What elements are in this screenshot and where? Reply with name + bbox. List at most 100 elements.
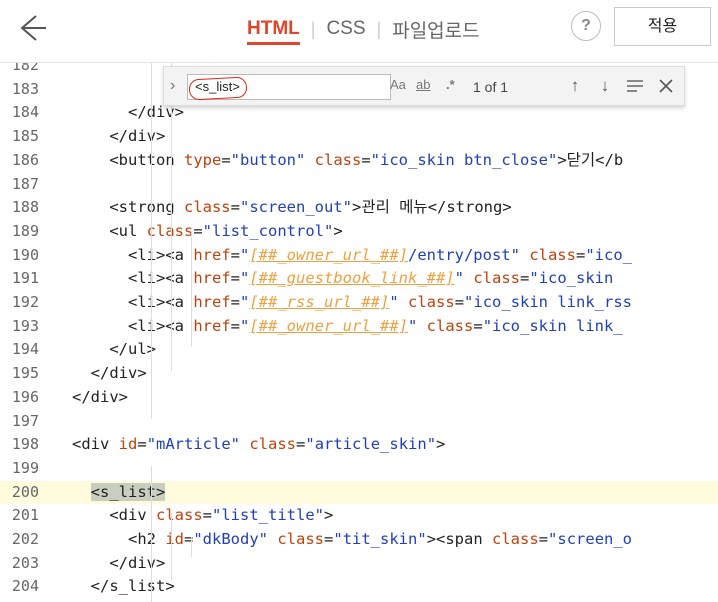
find-in-selection-icon[interactable]	[624, 75, 646, 97]
code-line[interactable]: 193 <li><a href="[##_owner_url_##]" clas…	[0, 315, 718, 339]
code-token: [##_owner_url_##]	[249, 316, 408, 335]
code-line[interactable]: 186 <button type="button" class="ico_ski…	[0, 149, 718, 173]
code-line[interactable]: 201 <div class="list_title">	[0, 504, 718, 528]
tab-css[interactable]: CSS	[326, 18, 365, 40]
code-token: >	[333, 221, 343, 240]
code-token: class	[408, 293, 455, 311]
line-number: 184	[11, 103, 39, 122]
line-number: 193	[11, 316, 39, 335]
code-token: type	[183, 150, 222, 169]
whole-word-icon[interactable]: ab	[416, 77, 430, 92]
code-token: "ico_skin link_	[482, 316, 623, 335]
line-number: 189	[11, 221, 39, 240]
match-count: 1 of 1	[473, 79, 509, 95]
code-line[interactable]: 188 <strong class="screen_out">관리 메뉴</st…	[0, 196, 718, 220]
tab-divider: |	[376, 18, 382, 39]
code-token: =	[538, 530, 549, 548]
apply-button[interactable]: 적용	[614, 7, 711, 46]
code-line[interactable]: 191 <li><a href="[##_guestbook_link_##]"…	[0, 267, 718, 291]
code-token: href	[193, 245, 231, 264]
code-token: "article_skin"	[305, 435, 437, 454]
code-token: id	[165, 530, 184, 548]
chevron-right-icon[interactable]: ›	[170, 77, 184, 95]
indent-guide	[151, 63, 152, 419]
code-text: </ul>	[72, 338, 156, 362]
code-line[interactable]: 190 <li><a href="[##_owner_url_##]/entry…	[0, 244, 718, 268]
code-text: </s_list>	[72, 575, 175, 599]
code-line[interactable]: 200 <s_list>	[0, 480, 718, 505]
code-line[interactable]: 202 <h2 id="dkBody" class="tit_skin"><sp…	[0, 528, 718, 552]
regex-icon[interactable]: .*	[446, 77, 455, 92]
code-token: >닫기</b	[557, 150, 624, 169]
code-line[interactable]: 203 </div>	[0, 552, 718, 576]
code-token: href	[193, 316, 231, 335]
code-token: "mArticle"	[146, 435, 241, 454]
code-token: "ico_	[585, 245, 632, 264]
indent-guide	[191, 537, 192, 557]
line-number: 197	[11, 411, 39, 430]
line-number: 186	[11, 150, 39, 169]
code-token: >관리 메뉴</strong>	[351, 198, 512, 217]
arrow-down-icon[interactable]: ↓	[594, 75, 616, 97]
indent-guide	[191, 231, 192, 346]
code-token: class	[529, 245, 576, 264]
help-button[interactable]: ?	[571, 11, 601, 41]
code-text: </div>	[72, 386, 128, 410]
code-line[interactable]: 195 </div>	[0, 362, 718, 386]
code-token: =	[230, 198, 240, 217]
indent-guide	[171, 513, 172, 580]
find-input[interactable]: <s_list>	[187, 74, 391, 101]
tab-divider: |	[310, 18, 316, 39]
code-token: "list_control"	[202, 221, 334, 240]
code-token: <div	[72, 506, 156, 525]
code-editor[interactable]: 182 183 184 </div> 185 </div> 186 <button ty…	[0, 63, 718, 602]
line-number: 187	[11, 174, 39, 193]
line-number: 182	[11, 63, 39, 74]
code-token: =	[520, 269, 530, 288]
code-token: <div	[72, 435, 119, 454]
code-token: ><span	[426, 530, 493, 548]
code-token: >	[436, 435, 446, 454]
back-arrow-icon[interactable]	[16, 12, 48, 44]
code-token: <li><a	[72, 316, 194, 335]
code-line[interactable]: 196 </div>	[0, 386, 718, 410]
code-token: =	[361, 150, 371, 169]
code-line[interactable]: 187	[0, 173, 718, 197]
code-line[interactable]: 185 </div>	[0, 125, 718, 149]
code-token: >	[324, 506, 334, 525]
code-line[interactable]: 199	[0, 457, 718, 481]
code-line[interactable]: 197	[0, 410, 718, 434]
code-token: class	[146, 221, 194, 240]
editor-header: HTML | CSS | 파일업로드 ? 적용	[0, 0, 718, 63]
code-line[interactable]: 194 </ul>	[0, 338, 718, 362]
code-token: class	[426, 316, 474, 335]
code-token: =	[137, 435, 147, 454]
code-token: "screen_o	[548, 530, 633, 548]
code-token: "screen_out"	[240, 198, 352, 217]
code-token: "	[240, 269, 250, 288]
code-line[interactable]: 198 <div id="mArticle" class="article_ski…	[0, 433, 718, 457]
code-token: <li><a	[72, 269, 194, 288]
match-case-icon[interactable]: Aa	[390, 77, 406, 92]
code-line[interactable]: 192 <li><a href="[##_rss_url_##]" class=…	[0, 291, 718, 315]
code-token: [##_owner_url_##]	[249, 245, 408, 264]
code-token: "	[240, 293, 250, 311]
code-token: class	[314, 150, 362, 169]
code-token: class	[183, 198, 231, 217]
code-token: [##_guestbook_link_##]	[249, 269, 455, 288]
code-token: <button	[72, 150, 184, 169]
code-token: id	[118, 435, 138, 454]
code-token: =	[230, 293, 240, 311]
code-token: class	[492, 530, 539, 548]
code-line[interactable]: 189 <ul class="list_control">	[0, 220, 718, 244]
arrow-up-icon[interactable]: ↑	[564, 75, 586, 97]
code-token: "	[454, 269, 464, 288]
tab-html[interactable]: HTML	[247, 18, 300, 45]
close-icon[interactable]	[655, 75, 677, 97]
tab-file-upload[interactable]: 파일업로드	[392, 16, 479, 43]
code-line[interactable]: 204 </s_list>	[0, 575, 718, 599]
